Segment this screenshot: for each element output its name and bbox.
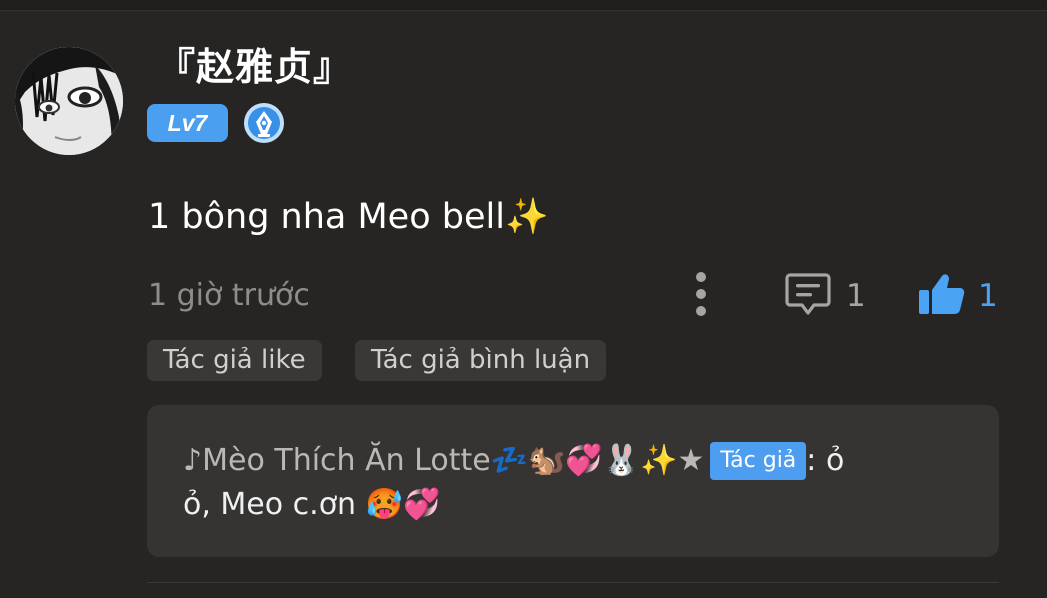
author-commented-tag: Tác giả bình luận xyxy=(355,340,607,381)
reply-text-start: : ỏ xyxy=(806,443,845,478)
reply-count: 1 xyxy=(846,278,866,314)
level-badge: Lv7 xyxy=(147,104,228,142)
more-dot-icon xyxy=(696,306,706,316)
reply-button[interactable]: 1 xyxy=(784,270,874,320)
comment-bubble-icon xyxy=(785,273,831,315)
more-dot-icon xyxy=(696,289,706,299)
more-dot-icon xyxy=(696,272,706,282)
avatar[interactable] xyxy=(15,47,123,155)
reply-author-name[interactable]: ♪Mèo Thích Ăn Lotte💤🐿️💞🐰✨★ xyxy=(183,443,704,478)
author-liked-tag: Tác giả like xyxy=(147,340,322,381)
reply-box[interactable]: ♪Mèo Thích Ăn Lotte💤🐿️💞🐰✨★ Tác giả: ỏ ỏ, … xyxy=(147,405,999,557)
reply-first-line: ♪Mèo Thích Ăn Lotte💤🐿️💞🐰✨★ Tác giả: ỏ xyxy=(183,441,844,481)
like-count: 1 xyxy=(978,278,998,314)
comment-timestamp: 1 giờ trước xyxy=(148,278,310,313)
reply-text-continued: ỏ, Meo c.ơn 🥵💞 xyxy=(183,487,441,522)
like-button[interactable]: 1 xyxy=(916,270,1006,320)
comment-text: 1 bông nha Meo bell✨ xyxy=(148,197,549,237)
more-options-button[interactable] xyxy=(690,272,712,316)
pen-nib-medal-icon xyxy=(243,102,285,144)
username[interactable]: 『赵雅贞』 xyxy=(157,43,352,91)
thumbs-up-icon xyxy=(919,274,965,314)
top-divider xyxy=(0,0,1047,11)
author-badge: Tác giả xyxy=(710,442,807,480)
bottom-divider xyxy=(147,582,999,583)
avatar-image xyxy=(15,47,123,155)
